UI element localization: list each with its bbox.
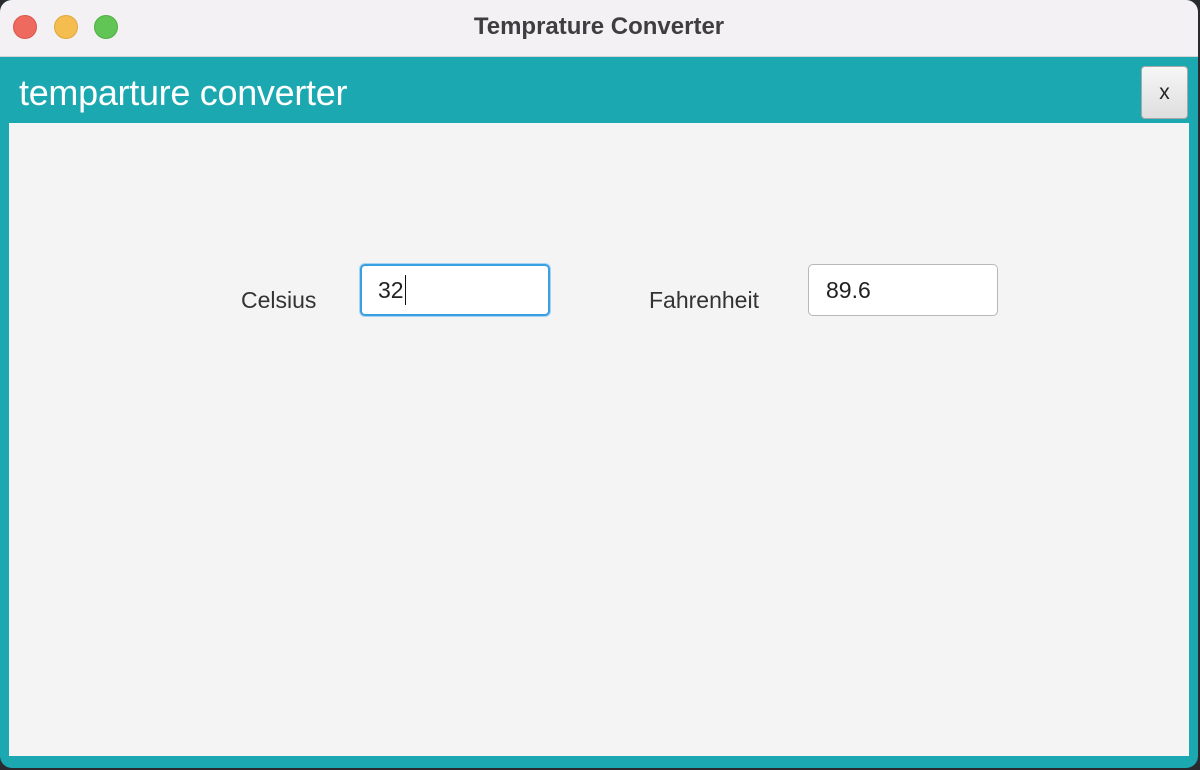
fahrenheit-input[interactable]: 89.6 (808, 264, 998, 316)
fahrenheit-value: 89.6 (826, 277, 871, 303)
app-window: Temprature Converter temparture converte… (0, 0, 1198, 768)
close-button[interactable]: x (1141, 66, 1188, 119)
converter-panel: Celsius 32 Fahrenheit 89.6 (9, 123, 1189, 756)
text-cursor (404, 274, 406, 305)
celsius-value: 32 (378, 277, 404, 303)
celsius-label: Celsius (241, 287, 317, 313)
window-titlebar: Temprature Converter (0, 0, 1198, 57)
fahrenheit-label: Fahrenheit (649, 287, 759, 313)
celsius-input[interactable]: 32 (360, 264, 550, 316)
app-header-title: temparture converter (19, 72, 348, 113)
window-title: Temprature Converter (473, 13, 725, 40)
